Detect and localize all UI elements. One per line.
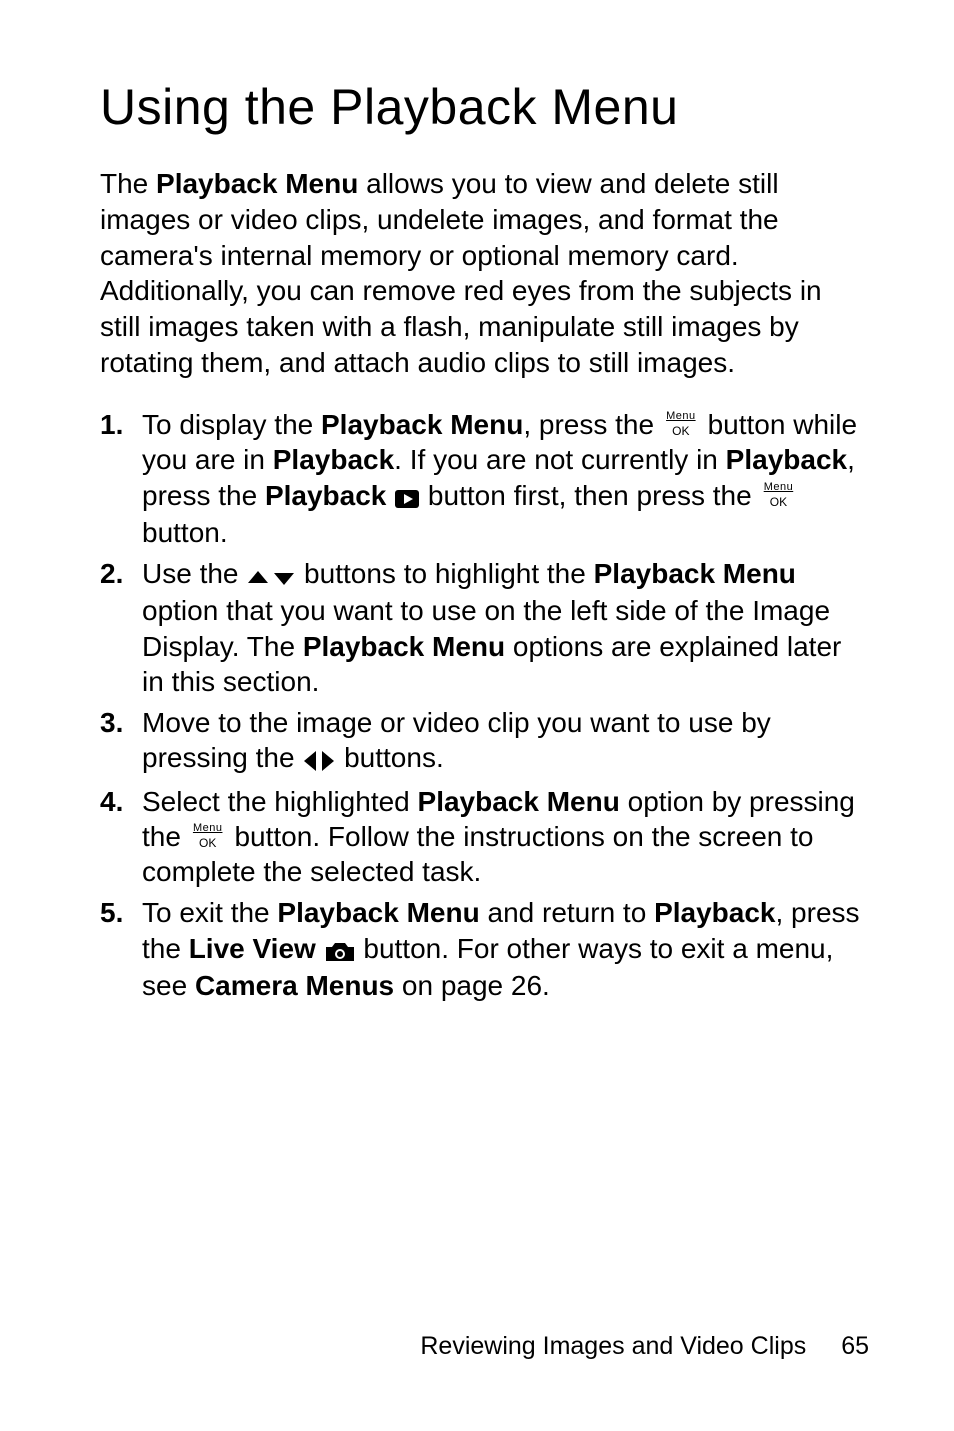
- menu-ok-icon: MenuOK: [189, 824, 227, 850]
- text: . If you are not currently in: [394, 444, 726, 475]
- step-1: 1. To display the Playback Menu, press t…: [100, 407, 869, 550]
- menu-ok-icon: MenuOK: [759, 483, 797, 509]
- text: buttons.: [336, 742, 443, 773]
- step-5: 5. To exit the Playback Menu and return …: [100, 895, 869, 1003]
- step-2: 2. Use the buttons to highlight the Play…: [100, 556, 869, 699]
- text: Move to the image or video clip you want…: [142, 707, 771, 773]
- menu-ok-icon: MenuOK: [662, 412, 700, 438]
- term: Playback Menu: [321, 409, 523, 440]
- term: Playback Menu: [156, 168, 358, 199]
- text: allows you to view and delete still imag…: [100, 168, 822, 378]
- intro-paragraph: The Playback Menu allows you to view and…: [100, 166, 869, 381]
- step-list: 1. To display the Playback Menu, press t…: [100, 407, 869, 1003]
- term: Playback Menu: [303, 631, 505, 662]
- term: Live View: [189, 933, 316, 964]
- step-3: 3. Move to the image or video clip you w…: [100, 705, 869, 778]
- text: [316, 933, 324, 964]
- text: Use the: [142, 558, 246, 589]
- text: on page 26.: [394, 970, 550, 1001]
- text: buttons to highlight the: [296, 558, 593, 589]
- term: Playback: [726, 444, 847, 475]
- text: button.: [142, 517, 228, 548]
- text: and return to: [480, 897, 654, 928]
- text: , press the: [523, 409, 662, 440]
- term: Playback Menu: [594, 558, 796, 589]
- term: Playback: [273, 444, 394, 475]
- playback-icon: [394, 479, 420, 514]
- page-title: Using the Playback Menu: [100, 78, 869, 136]
- step-number: 5.: [100, 895, 123, 930]
- term: Camera Menus: [195, 970, 394, 1001]
- left-right-arrows-icon: [302, 742, 336, 777]
- term: Playback Menu: [277, 897, 479, 928]
- step-number: 4.: [100, 784, 123, 819]
- term: Playback Menu: [418, 786, 620, 817]
- text: button first, then press the: [420, 480, 759, 511]
- text: [386, 480, 394, 511]
- text: To display the: [142, 409, 321, 440]
- text: button. Follow the instructions on the s…: [142, 821, 813, 887]
- page-footer: Reviewing Images and Video Clips 65: [420, 1332, 869, 1361]
- text: To exit the: [142, 897, 277, 928]
- footer-chapter: Reviewing Images and Video Clips: [420, 1332, 806, 1360]
- text: Select the highlighted: [142, 786, 418, 817]
- step-number: 3.: [100, 705, 123, 740]
- term: Playback: [654, 897, 775, 928]
- up-down-arrows-icon: [246, 558, 296, 593]
- step-number: 1.: [100, 407, 123, 442]
- step-number: 2.: [100, 556, 123, 591]
- step-4: 4. Select the highlighted Playback Menu …: [100, 784, 869, 890]
- term: Playback: [265, 480, 386, 511]
- live-view-camera-icon: [324, 933, 356, 968]
- page-number: 65: [841, 1332, 869, 1361]
- text: The: [100, 168, 156, 199]
